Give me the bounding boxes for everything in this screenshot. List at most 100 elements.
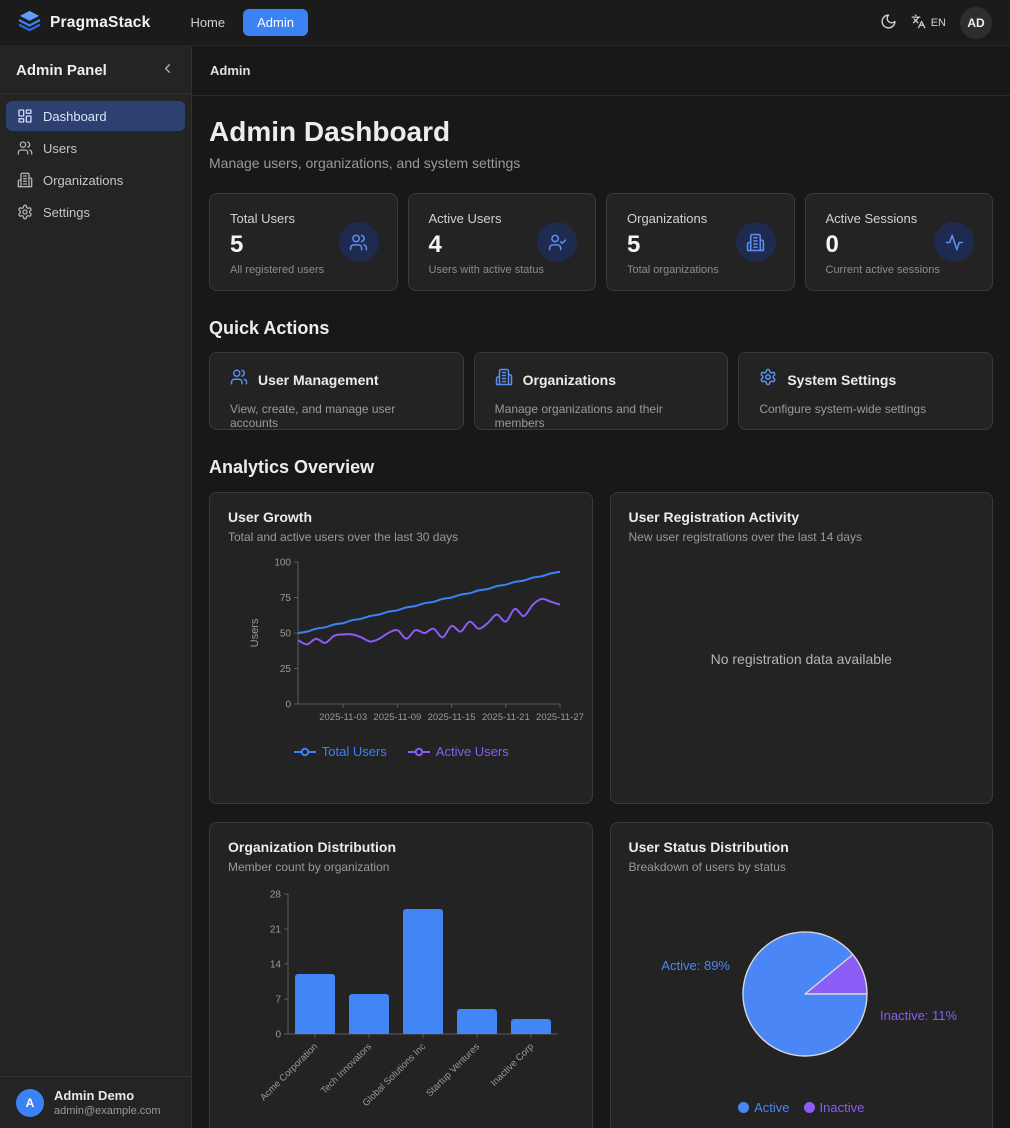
svg-text:7: 7 [275,995,281,1006]
svg-text:50: 50 [280,629,292,640]
analytics-grid: User Growth Total and active users over … [209,492,993,1128]
quick-actions-heading: Quick Actions [209,318,993,339]
stat-card-active-users: Active Users 4 Users with active status [408,193,597,291]
stat-description: Current active sessions [826,264,973,276]
action-description: Configure system-wide settings [759,402,972,416]
sidebar-item-label: Users [43,141,77,156]
languages-icon [911,14,926,32]
sidebar-item-dashboard[interactable]: Dashboard [6,101,185,131]
navbar-right: EN AD [880,7,992,39]
chart-subtitle: New user registrations over the last 14 … [629,530,975,544]
svg-text:2025-11-03: 2025-11-03 [319,712,367,723]
stats-grid: Total Users 5 All registered users Activ… [209,193,993,291]
empty-state-message: No registration data available [629,544,975,774]
action-card-user-management[interactable]: User Management View, create, and manage… [209,352,464,430]
stat-description: Users with active status [429,264,576,276]
chart-title: User Growth [228,509,574,525]
stat-card-organizations: Organizations 5 Total organizations [606,193,795,291]
line-marker-icon [293,747,317,757]
quick-actions-grid: User Management View, create, and manage… [209,352,993,430]
legend-item-active-users: Active Users [407,744,509,759]
svg-text:75: 75 [280,593,292,604]
svg-text:25: 25 [280,664,292,675]
building-icon [17,172,33,188]
analytics-heading: Analytics Overview [209,457,993,478]
building-icon [495,368,513,391]
nav-link-home[interactable]: Home [180,9,235,36]
user-status-legend: Active Inactive [629,1100,975,1115]
stat-card-active-sessions: Active Sessions 0 Current active session… [805,193,994,291]
language-switcher[interactable]: EN [911,14,946,32]
users-icon [17,140,33,156]
sidebar-user-email: admin@example.com [54,1105,161,1117]
users-icon [230,368,248,391]
sidebar-item-users[interactable]: Users [6,133,185,163]
page-subtitle: Manage users, organizations, and system … [209,155,993,171]
admin-sidebar: Admin Panel Dashboard [0,46,192,1128]
building-icon [736,222,776,262]
sidebar-item-label: Dashboard [43,109,107,124]
stat-description: Total organizations [627,264,774,276]
svg-text:Inactive Corp: Inactive Corp [489,1041,536,1088]
action-title: System Settings [787,372,896,388]
user-status-pie-chart: Active: 89%Inactive: 11% [629,884,981,1096]
svg-text:0: 0 [285,700,291,711]
breadcrumb[interactable]: Admin [210,63,250,78]
chart-subtitle: Breakdown of users by status [629,860,975,874]
user-growth-card: User Growth Total and active users over … [209,492,593,804]
chart-subtitle: Member count by organization [228,860,574,874]
svg-text:14: 14 [270,960,282,971]
gear-icon [17,204,33,220]
stat-description: All registered users [230,264,377,276]
svg-text:28: 28 [270,890,282,901]
sidebar-user-card[interactable]: A Admin Demo admin@example.com [0,1076,191,1128]
nav-link-admin[interactable]: Admin [243,9,308,36]
action-title: User Management [258,372,379,388]
activity-icon [934,222,974,262]
action-card-organizations[interactable]: Organizations Manage organizations and t… [474,352,729,430]
action-description: View, create, and manage user accounts [230,402,443,430]
svg-text:100: 100 [274,558,291,569]
chart-subtitle: Total and active users over the last 30 … [228,530,574,544]
chart-title: User Status Distribution [629,839,975,855]
svg-text:Startup Ventures: Startup Ventures [424,1041,482,1099]
theme-toggle-button[interactable] [880,13,897,33]
line-marker-icon [407,747,431,757]
top-navbar: PragmaStack Home Admin EN AD [0,0,1010,46]
svg-text:Acme Corporation: Acme Corporation [258,1041,320,1103]
brand-name: PragmaStack [50,14,150,32]
action-card-system-settings[interactable]: System Settings Configure system-wide se… [738,352,993,430]
gear-icon [759,368,777,391]
org-distribution-card: Organization Distribution Member count b… [209,822,593,1128]
legend-item-inactive: Inactive [804,1100,865,1115]
svg-text:2025-11-21: 2025-11-21 [482,712,530,723]
users-icon [339,222,379,262]
sidebar-collapse-button[interactable] [160,61,175,79]
layout-grid-icon [17,108,33,124]
user-growth-legend: Total Users Active Users [228,744,574,759]
svg-text:Users: Users [249,618,261,647]
legend-item-active: Active [738,1100,789,1115]
nav-links: Home Admin [180,9,308,36]
action-description: Manage organizations and their members [495,402,708,430]
sidebar-item-settings[interactable]: Settings [6,197,185,227]
user-growth-line-chart: 02550751002025-11-032025-11-092025-11-15… [228,554,580,734]
moon-icon [880,13,897,33]
svg-text:2025-11-27: 2025-11-27 [536,712,584,723]
svg-text:0: 0 [275,1030,281,1041]
sidebar-item-organizations[interactable]: Organizations [6,165,185,195]
avatar: A [16,1089,44,1117]
org-distribution-bar-chart: 07142128Acme CorporationTech InnovatorsG… [228,884,580,1116]
user-check-icon [537,222,577,262]
user-status-card: User Status Distribution Breakdown of us… [610,822,994,1128]
language-label: EN [931,17,946,29]
brand[interactable]: PragmaStack [18,9,150,37]
sidebar-nav: Dashboard Users Organizations [0,94,191,1076]
svg-text:Active: 89%: Active: 89% [661,958,730,973]
dot-icon [804,1102,815,1113]
user-avatar[interactable]: AD [960,7,992,39]
sidebar-header: Admin Panel [0,46,191,94]
stat-card-total-users: Total Users 5 All registered users [209,193,398,291]
main-content: Admin Admin Dashboard Manage users, orga… [192,46,1010,1128]
chart-title: Organization Distribution [228,839,574,855]
